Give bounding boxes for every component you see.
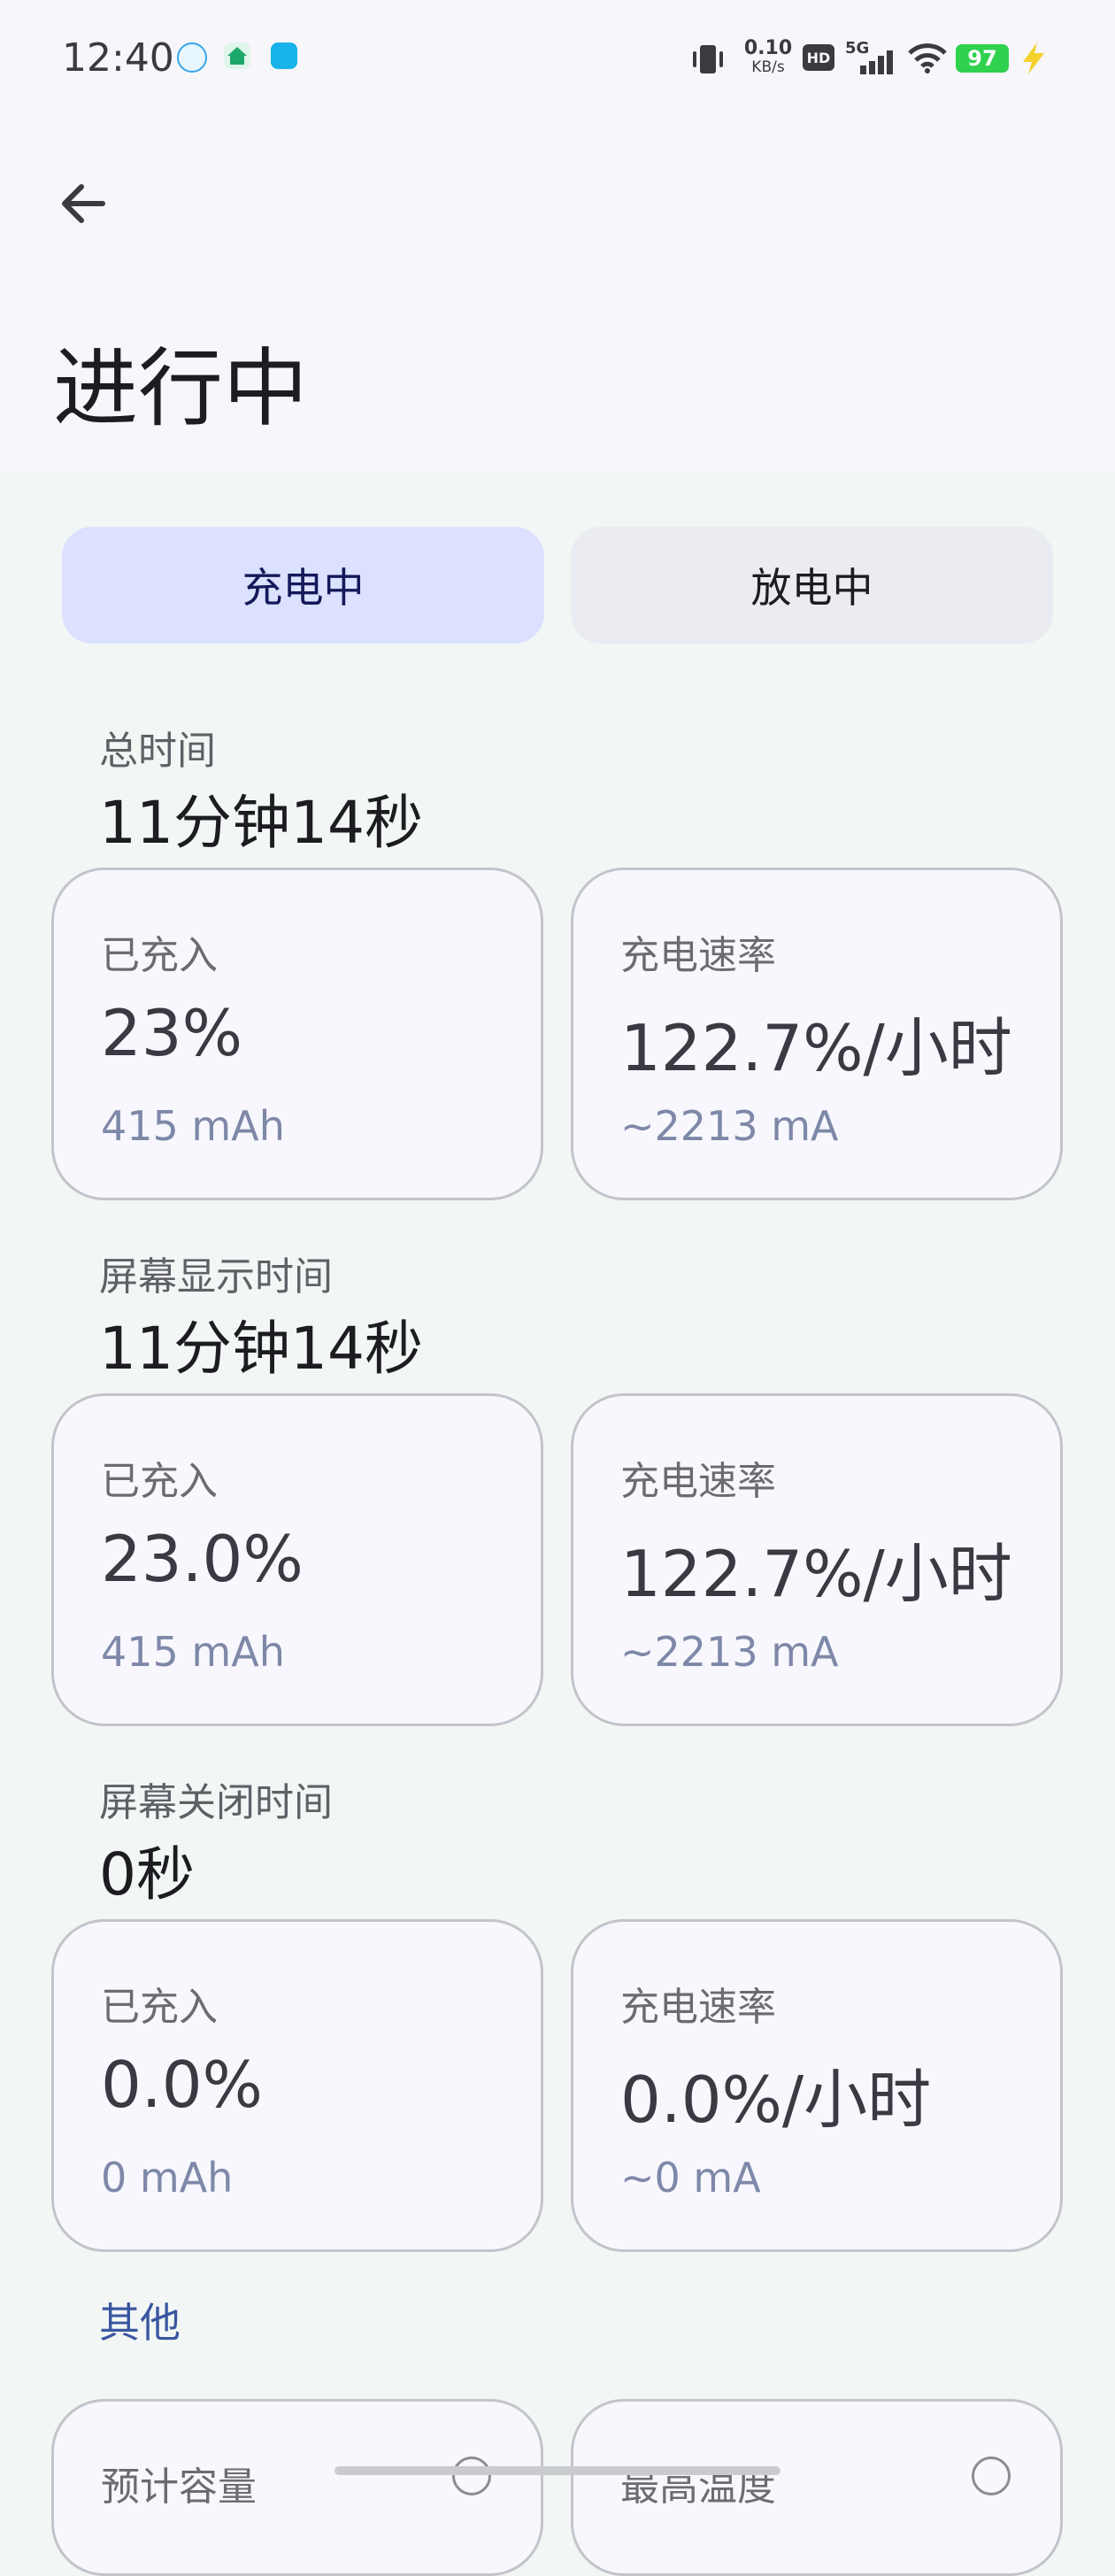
signal-icon — [860, 50, 893, 74]
stat-card-rate: 充电速率 0.0%/小时 ~0 mA — [571, 1919, 1063, 2252]
card-value: 23% — [101, 996, 243, 1070]
tab-discharging-label: 放电中 — [750, 564, 873, 612]
home-app-icon — [224, 42, 250, 69]
card-subvalue: 0 mAh — [101, 2154, 234, 2202]
section-screen-off-value: 0秒 — [99, 1840, 195, 1909]
hd-icon: HD — [803, 44, 834, 71]
section-screen-on-value: 11分钟14秒 — [99, 1315, 423, 1383]
card-label: 充电速率 — [620, 933, 776, 978]
card-subvalue: ~2213 mA — [620, 1628, 839, 1676]
section-screen-on-label: 屏幕显示时间 — [99, 1254, 333, 1300]
info-icon[interactable] — [452, 2456, 491, 2495]
page-title: 进行中 — [53, 339, 308, 438]
status-time: 12:40 — [62, 35, 174, 81]
battery-indicator: 97 — [956, 44, 1009, 73]
card-label: 充电速率 — [620, 1459, 776, 1504]
k-app-icon — [177, 42, 207, 73]
gesture-bar[interactable] — [334, 2466, 780, 2475]
card-subvalue: ~2213 mA — [620, 1102, 839, 1150]
card-value: 0.0%/小时 — [620, 2063, 932, 2137]
back-arrow-icon[interactable] — [57, 177, 110, 230]
tab-charging[interactable]: 充电中 — [62, 527, 544, 644]
info-icon[interactable] — [972, 2456, 1011, 2495]
stat-card-rate: 充电速率 122.7%/小时 ~2213 mA — [571, 1393, 1063, 1726]
status-bar: 12:40 0.10 KB/s HD 5G 97 — [0, 0, 1115, 115]
tab-discharging[interactable]: 放电中 — [571, 527, 1053, 644]
card-value: 23.0% — [101, 1522, 304, 1596]
e-app-icon — [271, 42, 297, 69]
card-value: 0.0% — [101, 2048, 263, 2122]
section-total-value: 11分钟14秒 — [99, 789, 423, 857]
card-value: 122.7%/小时 — [620, 1537, 1012, 1611]
card-label: 已充入 — [101, 1985, 218, 2030]
section-total-label: 总时间 — [99, 729, 216, 774]
section-screen-off-label: 屏幕关闭时间 — [99, 1780, 333, 1825]
card-subvalue: ~0 mA — [620, 2154, 761, 2202]
tab-charging-label: 充电中 — [242, 564, 365, 612]
card-subvalue: 415 mAh — [101, 1102, 285, 1150]
card-label: 已充入 — [101, 1459, 218, 1504]
card-value: 122.7%/小时 — [620, 1011, 1012, 1085]
card-label: 已充入 — [101, 933, 218, 978]
stat-card-max-temperature: 最高温度 — [571, 2399, 1063, 2576]
vibrate-icon — [693, 45, 723, 73]
section-other-label: 其他 — [99, 2299, 181, 2347]
card-label: 预计容量 — [101, 2464, 257, 2510]
stat-card-rate: 充电速率 122.7%/小时 ~2213 mA — [571, 868, 1063, 1200]
wifi-icon — [908, 43, 947, 73]
stat-card-charged: 已充入 23.0% 415 mAh — [51, 1393, 543, 1726]
card-subvalue: 415 mAh — [101, 1628, 285, 1676]
charging-bolt-icon — [1023, 42, 1044, 74]
stat-card-charged: 已充入 23% 415 mAh — [51, 868, 543, 1200]
net-speed: 0.10 KB/s — [743, 37, 793, 77]
card-label: 最高温度 — [620, 2464, 776, 2510]
stat-card-charged: 已充入 0.0% 0 mAh — [51, 1919, 543, 2252]
stat-card-estimated-capacity: 预计容量 — [51, 2399, 543, 2576]
card-label: 充电速率 — [620, 1985, 776, 2030]
